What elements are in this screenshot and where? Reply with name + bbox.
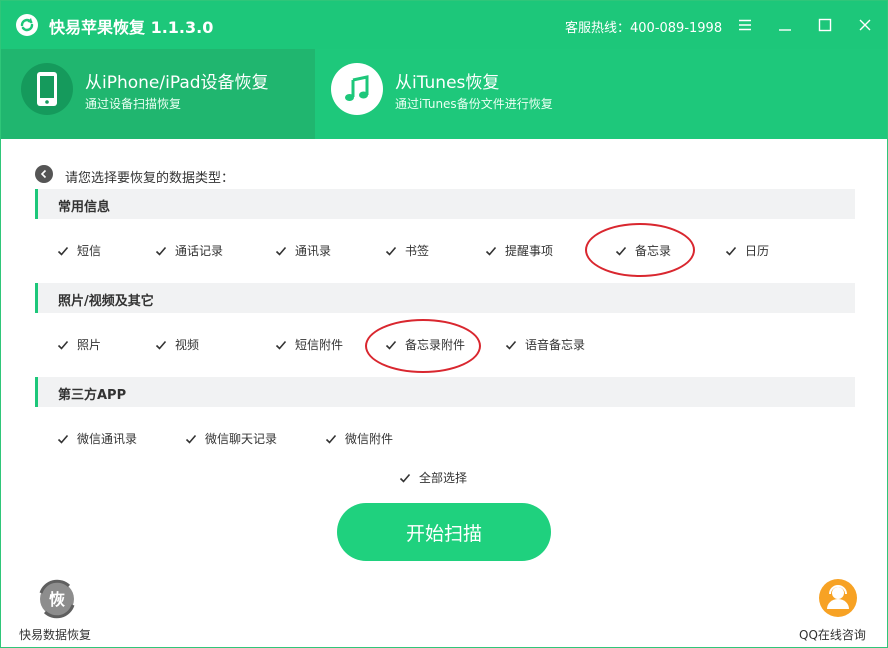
- checkbox-notes[interactable]: 备忘录: [615, 242, 671, 259]
- maximize-icon[interactable]: [813, 13, 837, 37]
- menu-icon[interactable]: [733, 13, 757, 37]
- qq-consult-label: QQ在线咨询: [799, 628, 866, 642]
- checkmark-icon: [505, 339, 517, 351]
- checkbox-label: 日历: [745, 244, 770, 258]
- checkmark-icon: [275, 245, 287, 257]
- tab-itunes-recovery[interactable]: 从iTunes恢复 通过iTunes备份文件进行恢复: [315, 49, 887, 139]
- checkbox-label: 照片: [77, 338, 102, 352]
- checkbox-label: 视频: [175, 338, 200, 352]
- checkbox-call-log[interactable]: 通话记录: [155, 242, 223, 259]
- customer-service-icon: [819, 579, 857, 617]
- tab-device-recovery[interactable]: 从iPhone/iPad设备恢复 通过设备扫描恢复: [1, 49, 315, 139]
- checkbox-label: 微信通讯录: [77, 432, 138, 446]
- checkbox-photos[interactable]: 照片: [57, 336, 101, 353]
- tab-title: 从iTunes恢复: [395, 73, 500, 93]
- checkbox-bookmarks[interactable]: 书签: [385, 242, 429, 259]
- checkbox-label: 短信: [77, 244, 102, 258]
- tab-title: 从iPhone/iPad设备恢复: [85, 73, 269, 93]
- checkmark-icon: [57, 339, 69, 351]
- checkbox-notes-attachments[interactable]: 备忘录附件: [385, 336, 465, 353]
- hotline-text: 客服热线：400-089-1998: [565, 21, 723, 36]
- checkbox-sms[interactable]: 短信: [57, 242, 101, 259]
- app-logo-icon: [15, 13, 39, 37]
- section-header-common: 常用信息: [35, 189, 855, 219]
- section-title: 第三方APP: [58, 388, 127, 403]
- title-bar: 快易苹果恢复 1.1.3.0 客服热线：400-089-1998: [1, 1, 887, 49]
- checkmark-icon: [615, 245, 627, 257]
- checkbox-label: 微信附件: [345, 432, 394, 446]
- checkmark-icon: [155, 339, 167, 351]
- section-title: 常用信息: [58, 200, 111, 215]
- section-title: 照片/视频及其它: [58, 294, 154, 309]
- checkbox-select-all[interactable]: 全部选择: [399, 469, 467, 486]
- app-title: 快易苹果恢复 1.1.3.0: [49, 18, 214, 37]
- checkbox-label: 语音备忘录: [525, 338, 586, 352]
- checkmark-icon: [385, 339, 397, 351]
- checkbox-wechat-attachments[interactable]: 微信附件: [325, 430, 393, 447]
- checkbox-reminders[interactable]: 提醒事项: [485, 242, 553, 259]
- checkbox-calendar[interactable]: 日历: [725, 242, 769, 259]
- checkmark-icon: [399, 472, 411, 484]
- tab-subtitle: 通过设备扫描恢复: [85, 97, 182, 111]
- checkbox-wechat-chats[interactable]: 微信聊天记录: [185, 430, 277, 447]
- checkbox-contacts[interactable]: 通讯录: [275, 242, 331, 259]
- checkbox-label: 通讯录: [295, 244, 332, 258]
- checkbox-label: 备忘录: [635, 244, 672, 258]
- checkmark-icon: [57, 433, 69, 445]
- music-note-icon: [331, 63, 383, 115]
- checkmark-icon: [385, 245, 397, 257]
- mode-tabs: 从iPhone/iPad设备恢复 通过设备扫描恢复 从iTunes恢复 通过iT…: [1, 49, 887, 139]
- checkbox-wechat-contacts[interactable]: 微信通讯录: [57, 430, 137, 447]
- start-scan-button[interactable]: 开始扫描: [337, 503, 551, 561]
- checkmark-icon: [57, 245, 69, 257]
- checkbox-videos[interactable]: 视频: [155, 336, 199, 353]
- checkmark-icon: [155, 245, 167, 257]
- checkbox-label: 通话记录: [175, 244, 224, 258]
- checkbox-label: 微信聊天记录: [205, 432, 278, 446]
- section-header-media: 照片/视频及其它: [35, 283, 855, 313]
- checkmark-icon: [725, 245, 737, 257]
- checkmark-icon: [275, 339, 287, 351]
- checkmark-icon: [185, 433, 197, 445]
- recovery-logo-text: 恢: [49, 590, 65, 609]
- back-arrow-icon[interactable]: [35, 165, 53, 183]
- recovery-label: 快易数据恢复: [19, 628, 92, 642]
- close-icon[interactable]: [853, 13, 877, 37]
- checkbox-sms-attachments[interactable]: 短信附件: [275, 336, 343, 353]
- checkbox-label: 备忘录附件: [405, 338, 466, 352]
- app-window: 快易苹果恢复 1.1.3.0 客服热线：400-089-1998 从iPhone…: [0, 0, 888, 648]
- checkbox-label: 短信附件: [295, 338, 344, 352]
- section-header-third-party: 第三方APP: [35, 377, 855, 407]
- recovery-logo-icon: 恢: [35, 579, 79, 619]
- tab-subtitle: 通过iTunes备份文件进行恢复: [395, 97, 553, 111]
- checkbox-label: 提醒事项: [505, 244, 554, 258]
- checkbox-voice-memos[interactable]: 语音备忘录: [505, 336, 585, 353]
- checkmark-icon: [485, 245, 497, 257]
- phone-icon: [21, 63, 73, 115]
- minimize-icon[interactable]: [773, 13, 797, 37]
- checkbox-label: 全部选择: [419, 471, 468, 485]
- data-type-prompt: 请您选择要恢复的数据类型：: [65, 171, 235, 186]
- checkbox-label: 书签: [405, 244, 430, 258]
- checkmark-icon: [325, 433, 337, 445]
